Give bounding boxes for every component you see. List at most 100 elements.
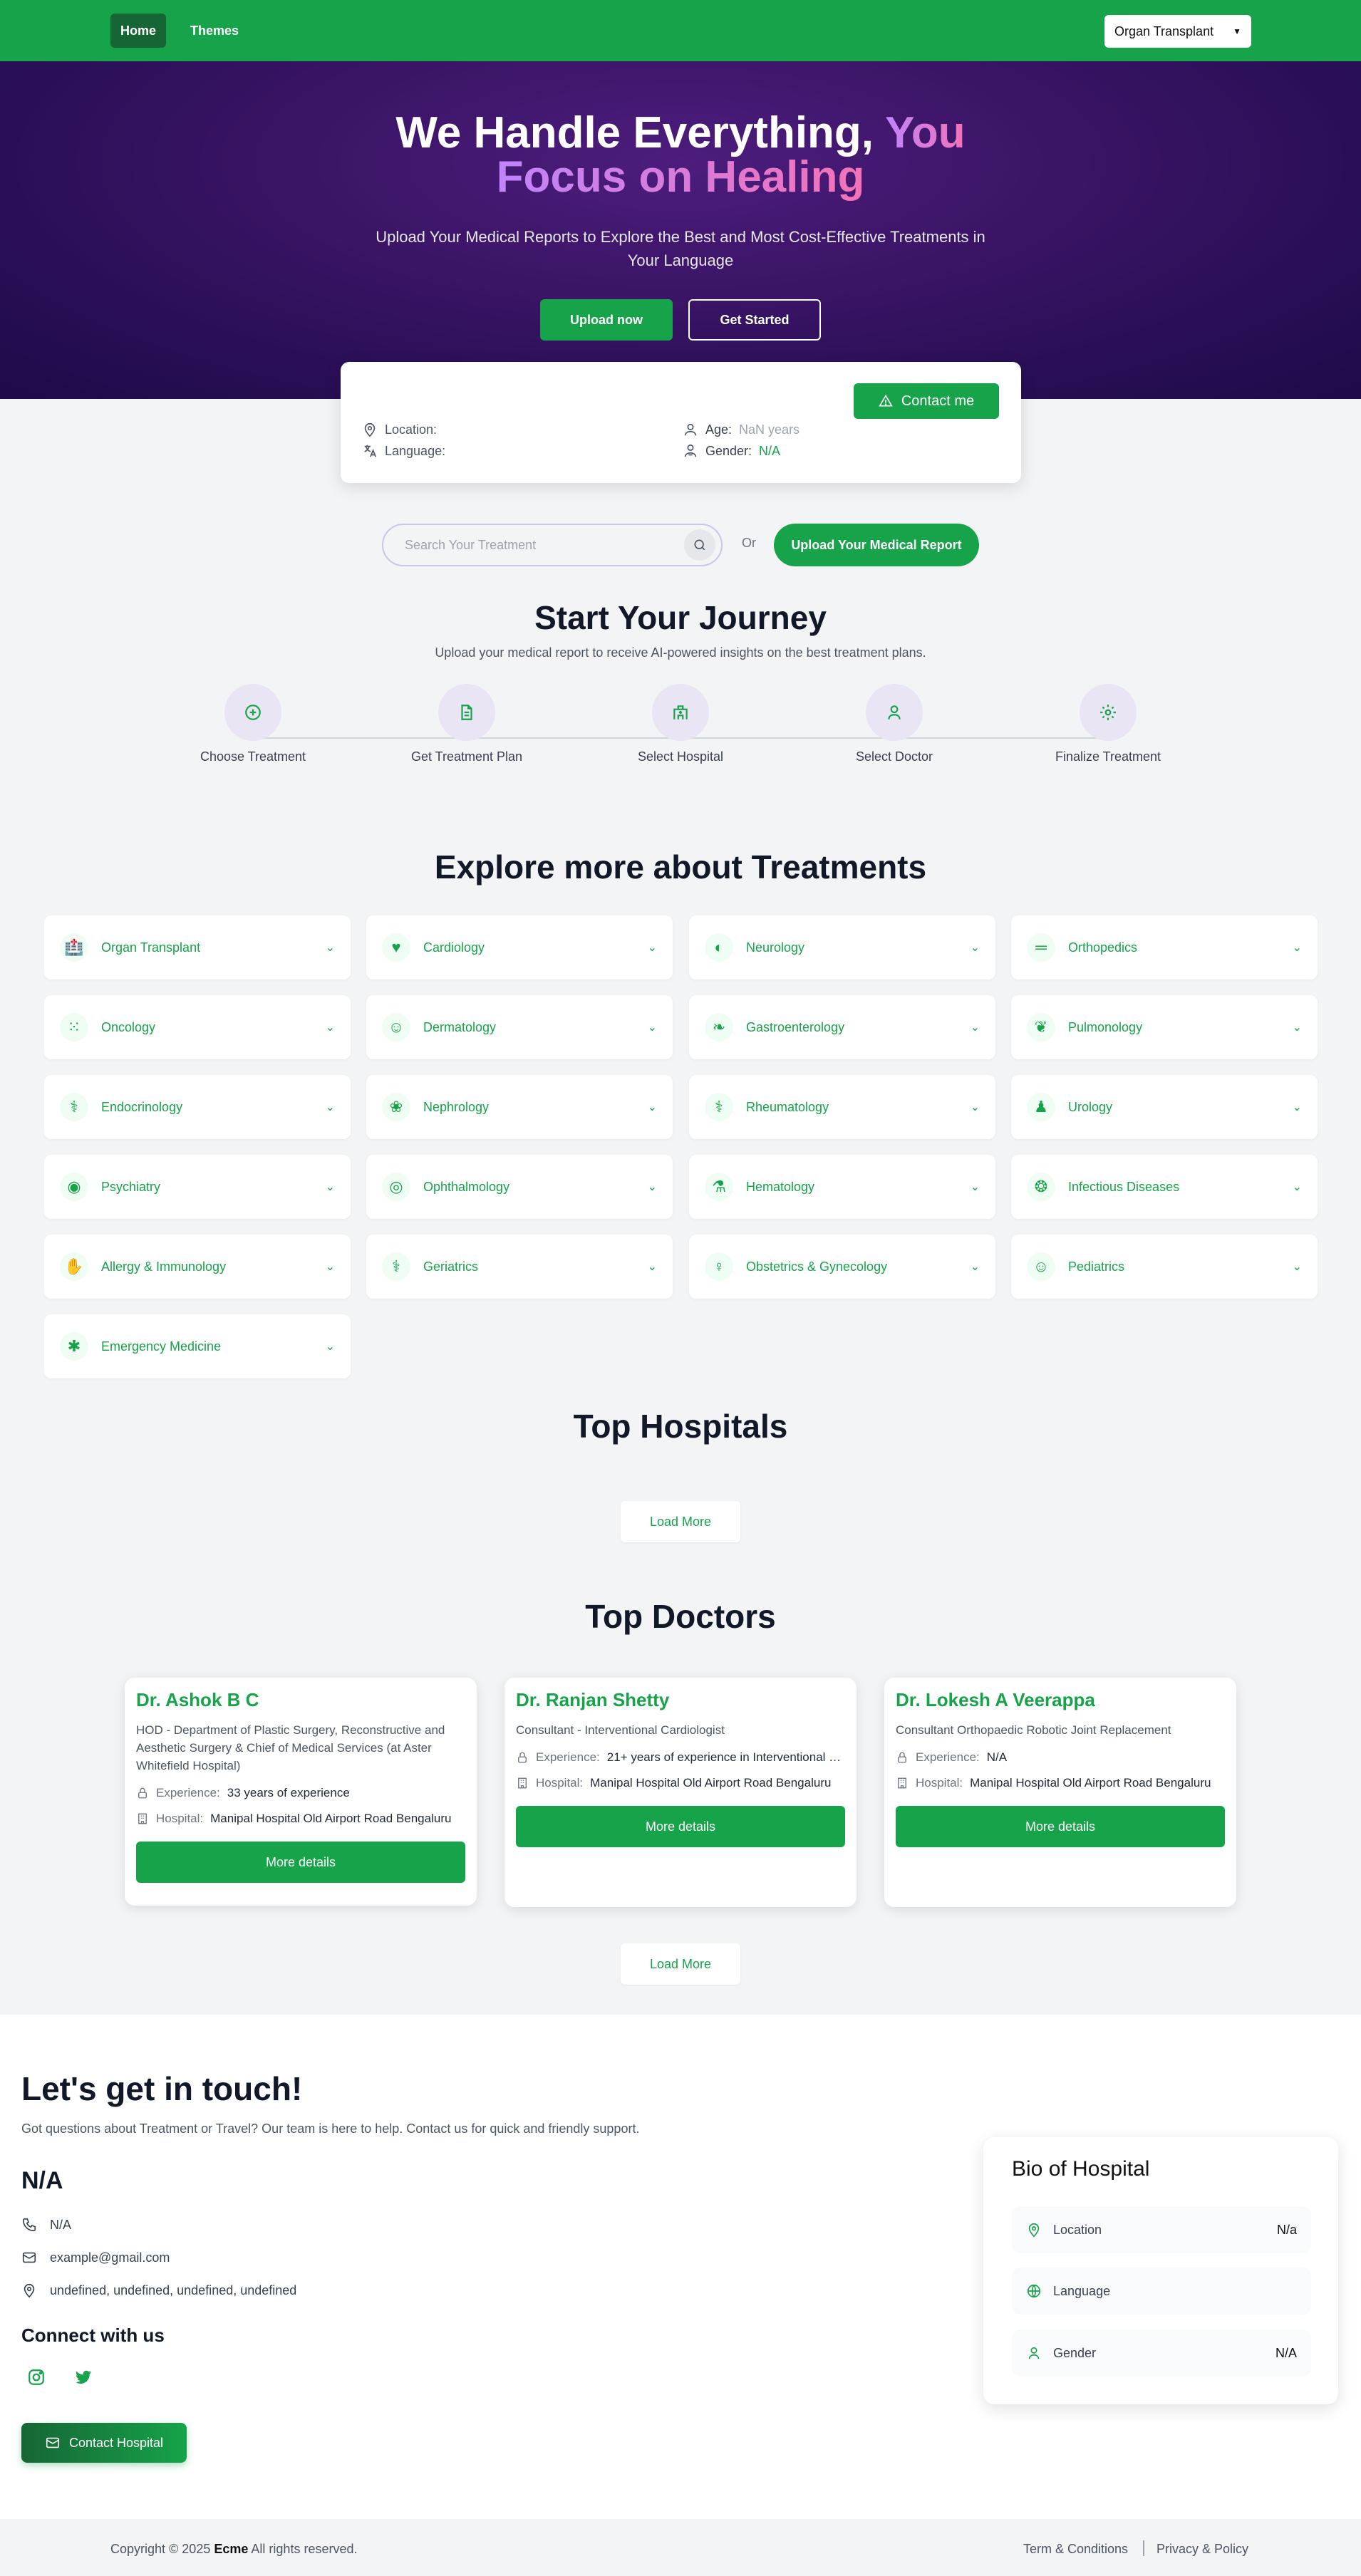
hospitals-load-more-button[interactable]: Load More: [621, 1501, 740, 1542]
privacy-link[interactable]: Privacy & Policy: [1156, 2542, 1248, 2557]
step-select-doctor[interactable]: Select Doctor: [816, 684, 973, 764]
terms-link[interactable]: Term & Conditions: [1023, 2542, 1128, 2557]
treatment-card[interactable]: ◐ Neurology ⌄: [689, 915, 995, 980]
copyright: Copyright © 2025 Ecme All rights reserve…: [110, 2542, 357, 2557]
get-started-button[interactable]: Get Started: [688, 299, 821, 341]
address-row: undefined, undefined, undefined, undefin…: [21, 2282, 296, 2298]
doctors-load-more-button[interactable]: Load More: [621, 1943, 740, 1985]
treatment-card[interactable]: ⚕ Rheumatology ⌄: [689, 1075, 995, 1139]
step-label: Get Treatment Plan: [410, 749, 523, 764]
step-treatment-plan[interactable]: Get Treatment Plan: [388, 684, 545, 764]
chevron-down-icon[interactable]: ⌄: [971, 1100, 980, 1114]
email-value[interactable]: example@gmail.com: [50, 2250, 170, 2265]
chevron-down-icon[interactable]: ⌄: [326, 940, 335, 955]
face-icon: ☺: [382, 1013, 410, 1042]
more-details-button[interactable]: More details: [896, 1806, 1225, 1847]
chevron-down-icon[interactable]: ⌄: [971, 940, 980, 955]
treatment-name: Orthopedics: [1068, 940, 1138, 955]
contact-hospital-button[interactable]: Contact Hospital: [21, 2423, 187, 2463]
virus-icon: ❂: [1027, 1173, 1055, 1201]
contact-me-button[interactable]: Contact me: [854, 383, 999, 419]
translate-icon: [364, 445, 377, 457]
treatment-card[interactable]: ❀ Nephrology ⌄: [366, 1075, 673, 1139]
eye-icon: ◎: [382, 1173, 410, 1201]
chevron-down-icon[interactable]: ⌄: [971, 1180, 980, 1194]
doctor-description: HOD - Department of Plastic Surgery, Rec…: [136, 1723, 445, 1772]
instagram-icon[interactable]: [27, 2368, 46, 2390]
chevron-down-icon[interactable]: ⌄: [1293, 1260, 1302, 1274]
upload-report-button[interactable]: Upload Your Medical Report: [774, 524, 979, 566]
bio-language-label: Language: [1053, 2283, 1111, 2298]
more-details-button[interactable]: More details: [136, 1842, 465, 1883]
chevron-down-icon[interactable]: ⌄: [648, 1100, 657, 1114]
footer-divider: [1143, 2540, 1144, 2556]
hospital-value: Manipal Hospital Old Airport Road Bengal…: [590, 1776, 832, 1790]
upload-now-button[interactable]: Upload now: [540, 299, 673, 341]
treatment-card[interactable]: ✋ Allergy & Immunology ⌄: [44, 1235, 351, 1299]
map-pin-icon: [24, 2283, 35, 2298]
treatment-card[interactable]: 🏥 Organ Transplant ⌄: [44, 915, 351, 980]
treatment-card[interactable]: ☺ Pediatrics ⌄: [1011, 1235, 1318, 1299]
chevron-down-icon[interactable]: ⌄: [971, 1020, 980, 1034]
chevron-down-icon[interactable]: ⌄: [326, 1020, 335, 1034]
brand-name: Ecme: [214, 2542, 249, 2556]
step-label: Choose Treatment: [200, 749, 306, 764]
search-button[interactable]: [684, 529, 715, 561]
treatment-card[interactable]: ⚗ Hematology ⌄: [689, 1155, 995, 1219]
chevron-down-icon[interactable]: ⌄: [1293, 1100, 1302, 1114]
treatment-card[interactable]: ═ Orthopedics ⌄: [1011, 915, 1318, 980]
or-separator: Or: [742, 536, 756, 550]
treatment-card[interactable]: ◎ Ophthalmology ⌄: [366, 1155, 673, 1219]
bio-location-label: Location: [1053, 2222, 1102, 2237]
hospital-icon: 🏥: [60, 933, 88, 962]
plus-circle-icon: [224, 684, 281, 741]
treatment-card[interactable]: ◉ Psychiatry ⌄: [44, 1155, 351, 1219]
chevron-down-icon[interactable]: ⌄: [1293, 1020, 1302, 1034]
twitter-icon[interactable]: [74, 2369, 93, 2389]
treatment-card[interactable]: ❂ Infectious Diseases ⌄: [1011, 1155, 1318, 1219]
chevron-down-icon[interactable]: ⌄: [1293, 940, 1302, 955]
step-finalize-treatment[interactable]: Finalize Treatment: [1030, 684, 1186, 764]
doctor-description: Consultant Orthopaedic Robotic Joint Rep…: [896, 1723, 1171, 1737]
treatment-name: Geriatrics: [423, 1259, 479, 1274]
bone-icon: ═: [1027, 933, 1055, 962]
treatment-card[interactable]: ☺ Dermatology ⌄: [366, 995, 673, 1059]
hand-icon: ✋: [60, 1252, 88, 1281]
patient-info-card: Contact me Location: Language: Age: NaN …: [341, 362, 1021, 483]
nav-themes-button[interactable]: Themes: [182, 14, 247, 48]
treatment-name: Obstetrics & Gynecology: [746, 1259, 888, 1274]
search-input[interactable]: Search Your Treatment: [382, 524, 723, 566]
treatment-card[interactable]: ❧ Gastroenterology ⌄: [689, 995, 995, 1059]
age-row: Age: NaN years: [683, 422, 799, 437]
chevron-down-icon[interactable]: ⌄: [326, 1180, 335, 1194]
step-select-hospital[interactable]: Select Hospital: [602, 684, 759, 764]
treatment-card[interactable]: ♥ Cardiology ⌄: [366, 915, 673, 980]
doctor-experience: Experience: N/A: [896, 1750, 1225, 1765]
treatment-card[interactable]: ⁙ Oncology ⌄: [44, 995, 351, 1059]
treatment-select[interactable]: Organ Transplant ▼: [1104, 15, 1251, 48]
step-choose-treatment[interactable]: Choose Treatment: [175, 684, 331, 764]
nav-home-button[interactable]: Home: [110, 14, 166, 48]
more-details-button[interactable]: More details: [516, 1806, 845, 1847]
treatment-card[interactable]: ⚕ Geriatrics ⌄: [366, 1235, 673, 1299]
chevron-down-icon[interactable]: ⌄: [326, 1260, 335, 1274]
chevron-down-icon[interactable]: ⌄: [648, 940, 657, 955]
phone-row: N/A: [21, 2217, 71, 2233]
chevron-down-icon[interactable]: ⌄: [971, 1260, 980, 1274]
treatment-card[interactable]: ♀ Obstetrics & Gynecology ⌄: [689, 1235, 995, 1299]
treatments-title: Explore more about Treatments: [434, 848, 927, 886]
chevron-down-icon[interactable]: ⌄: [326, 1339, 335, 1354]
chevron-down-icon[interactable]: ⌄: [648, 1260, 657, 1274]
treatment-card[interactable]: ♟ Urology ⌄: [1011, 1075, 1318, 1139]
treatment-card[interactable]: ❦ Pulmonology ⌄: [1011, 995, 1318, 1059]
chevron-down-icon[interactable]: ⌄: [326, 1100, 335, 1114]
treatment-card[interactable]: ✱ Emergency Medicine ⌄: [44, 1314, 351, 1378]
treatment-name: Infectious Diseases: [1068, 1179, 1180, 1194]
treatment-name: Pediatrics: [1068, 1259, 1125, 1274]
treatment-card[interactable]: ⚕ Endocrinology ⌄: [44, 1075, 351, 1139]
person-icon: ♀: [705, 1252, 733, 1281]
warning-icon: [879, 394, 893, 407]
chevron-down-icon[interactable]: ⌄: [648, 1020, 657, 1034]
chevron-down-icon[interactable]: ⌄: [648, 1180, 657, 1194]
chevron-down-icon[interactable]: ⌄: [1293, 1180, 1302, 1194]
